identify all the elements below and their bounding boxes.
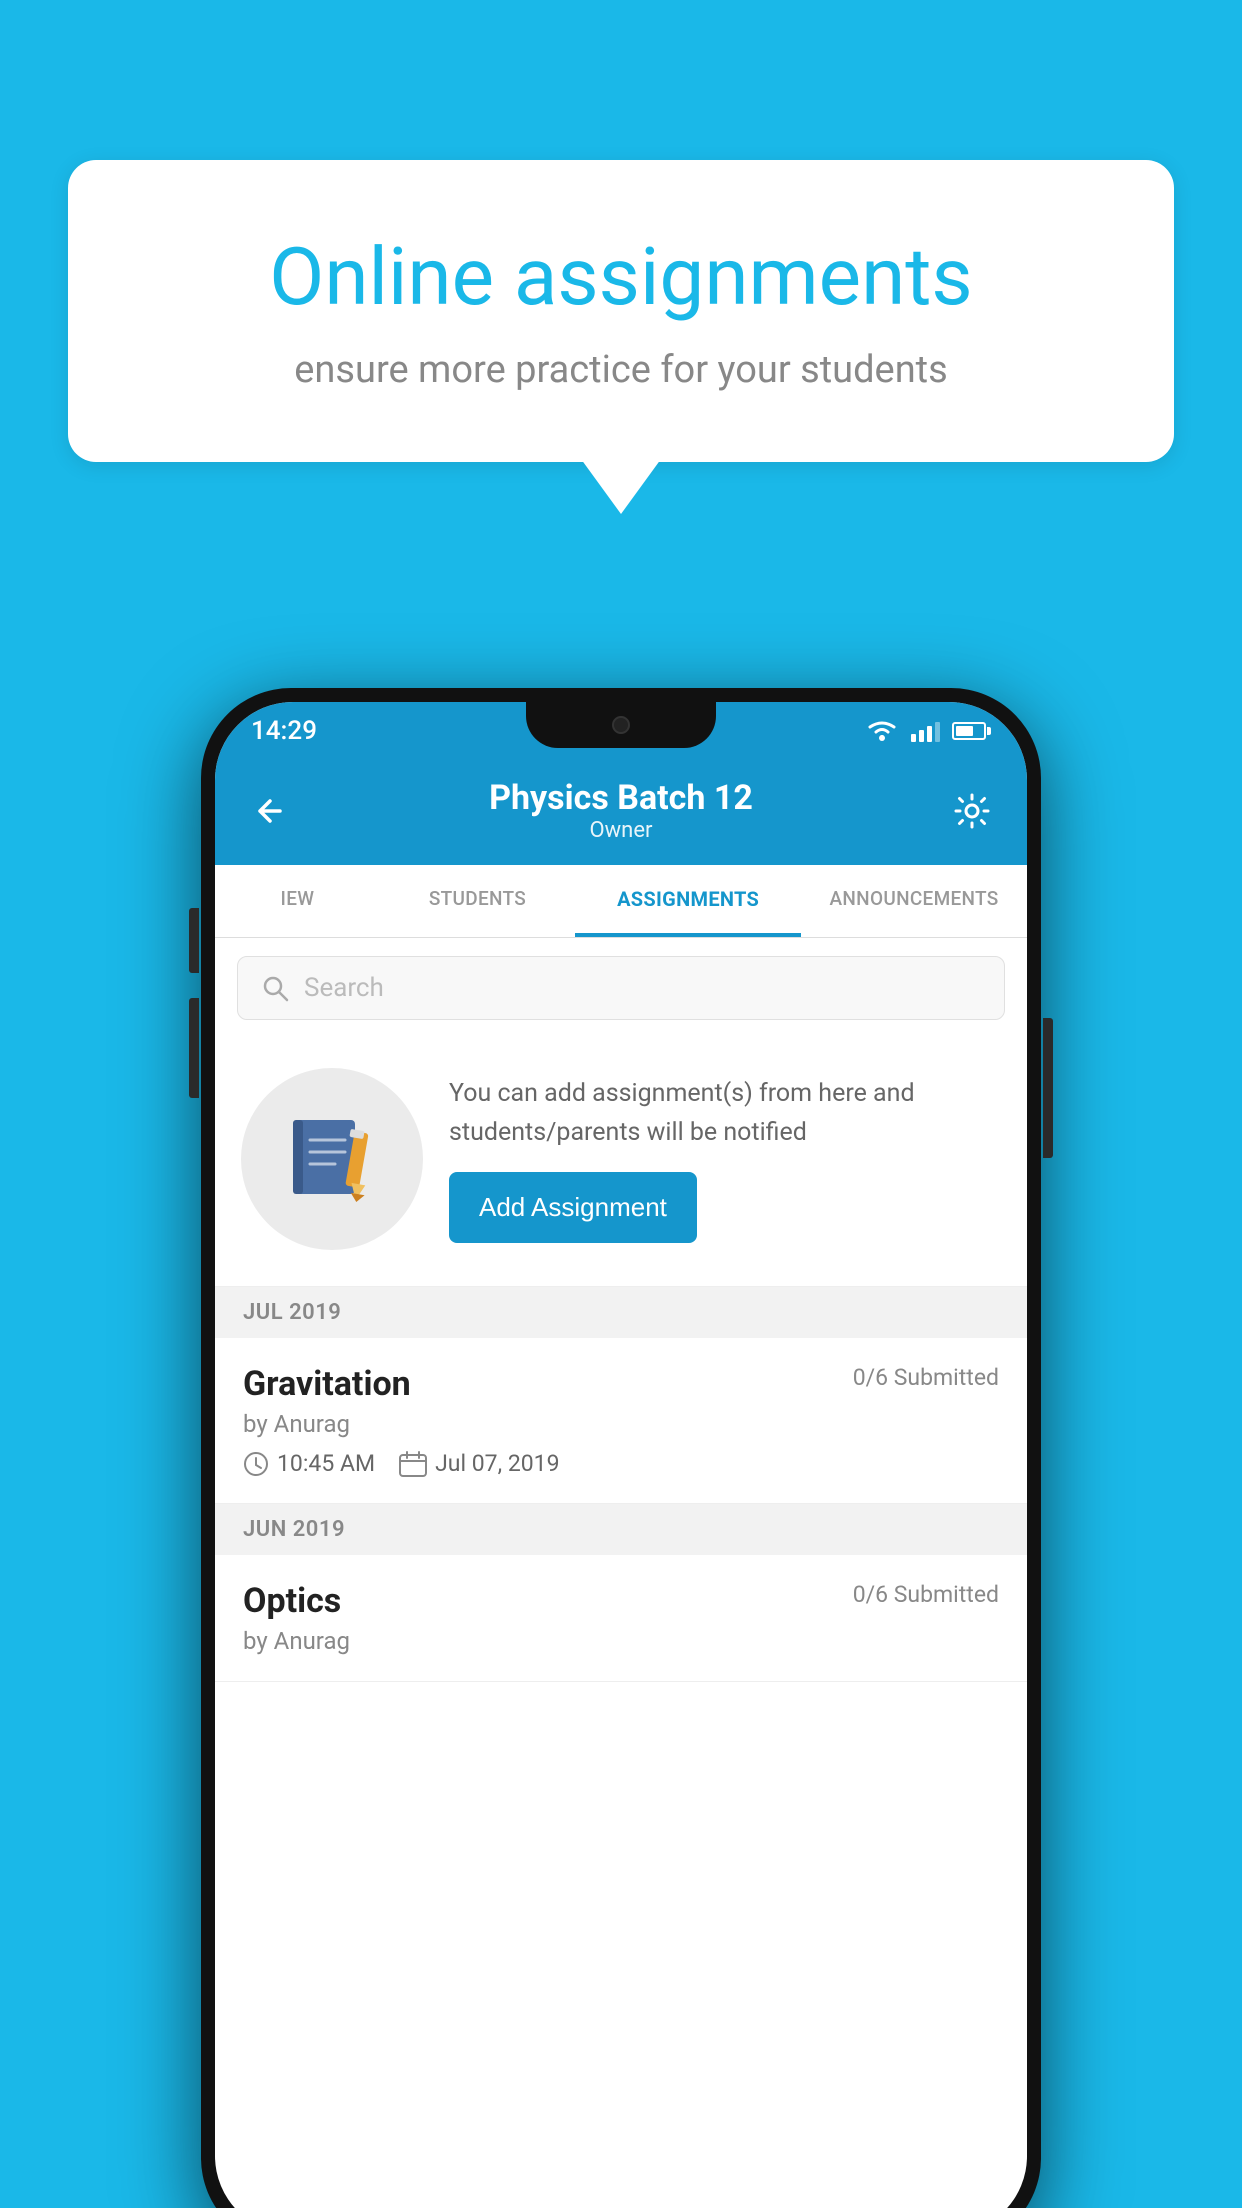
- assignment-meta-gravitation: 10:45 AM Jul 07, 2019: [243, 1450, 999, 1477]
- search-icon: [260, 973, 290, 1003]
- back-arrow-icon: [252, 793, 288, 829]
- tab-assignments[interactable]: ASSIGNMENTS: [575, 865, 801, 937]
- header-title: Physics Batch 12: [489, 778, 753, 818]
- app-header: Physics Batch 12 Owner: [215, 760, 1027, 865]
- jul-2019-divider: JUL 2019: [215, 1287, 1027, 1338]
- assignment-optics[interactable]: Optics 0/6 Submitted by Anurag: [215, 1555, 1027, 1682]
- time-meta: 10:45 AM: [243, 1450, 375, 1477]
- empty-state: You can add assignment(s) from here and …: [215, 1038, 1027, 1287]
- tab-announcements[interactable]: ANNOUNCEMENTS: [801, 865, 1027, 937]
- speech-bubble-title: Online assignments: [148, 230, 1094, 324]
- notebook-icon: [285, 1112, 380, 1207]
- assignment-title-gravitation: Gravitation: [243, 1364, 411, 1404]
- assignment-by-optics: by Anurag: [243, 1627, 999, 1655]
- tabs: IEW STUDENTS ASSIGNMENTS ANNOUNCEMENTS: [215, 865, 1027, 938]
- tab-iew[interactable]: IEW: [215, 865, 380, 937]
- time-display: 14:29: [251, 716, 317, 746]
- tab-students[interactable]: STUDENTS: [380, 865, 575, 937]
- phone-screen: 14:29: [215, 702, 1027, 2208]
- notebook-circle: [241, 1068, 423, 1250]
- volume-up-button: [189, 908, 199, 973]
- assignment-title-optics: Optics: [243, 1581, 341, 1621]
- empty-state-description: You can add assignment(s) from here and …: [449, 1075, 1001, 1153]
- settings-gear-icon: [952, 791, 992, 831]
- assignment-submitted-optics: 0/6 Submitted: [853, 1581, 999, 1608]
- header-title-group: Physics Batch 12 Owner: [489, 778, 753, 843]
- date-meta: Jul 07, 2019: [399, 1450, 559, 1477]
- volume-down-button: [189, 998, 199, 1098]
- calendar-icon: [399, 1451, 427, 1477]
- power-button: [1043, 1018, 1053, 1158]
- signal-icon: [911, 720, 940, 742]
- clock-icon: [243, 1451, 269, 1477]
- speech-bubble: Online assignments ensure more practice …: [68, 160, 1174, 462]
- header-subtitle: Owner: [489, 818, 753, 843]
- front-camera: [612, 716, 630, 734]
- add-assignment-button[interactable]: Add Assignment: [449, 1172, 697, 1243]
- settings-button[interactable]: [947, 786, 997, 836]
- assignment-time-gravitation: 10:45 AM: [277, 1450, 375, 1477]
- search-section: Search: [215, 938, 1027, 1038]
- assignment-by-gravitation: by Anurag: [243, 1410, 999, 1438]
- empty-state-content: You can add assignment(s) from here and …: [449, 1075, 1001, 1244]
- speech-bubble-container: Online assignments ensure more practice …: [68, 160, 1174, 462]
- wifi-icon: [865, 719, 899, 743]
- phone-frame: 14:29: [201, 688, 1041, 2208]
- search-bar[interactable]: Search: [237, 956, 1005, 1020]
- battery-icon: [952, 722, 991, 740]
- back-button[interactable]: [245, 786, 295, 836]
- jun-2019-divider: JUN 2019: [215, 1504, 1027, 1555]
- speech-bubble-subtitle: ensure more practice for your students: [148, 348, 1094, 392]
- assignment-submitted-gravitation: 0/6 Submitted: [853, 1364, 999, 1391]
- status-icons: [865, 719, 991, 743]
- assignment-date-gravitation: Jul 07, 2019: [435, 1450, 559, 1477]
- search-placeholder: Search: [304, 973, 384, 1003]
- assignment-gravitation[interactable]: Gravitation 0/6 Submitted by Anurag 10:4…: [215, 1338, 1027, 1504]
- notch: [526, 702, 716, 748]
